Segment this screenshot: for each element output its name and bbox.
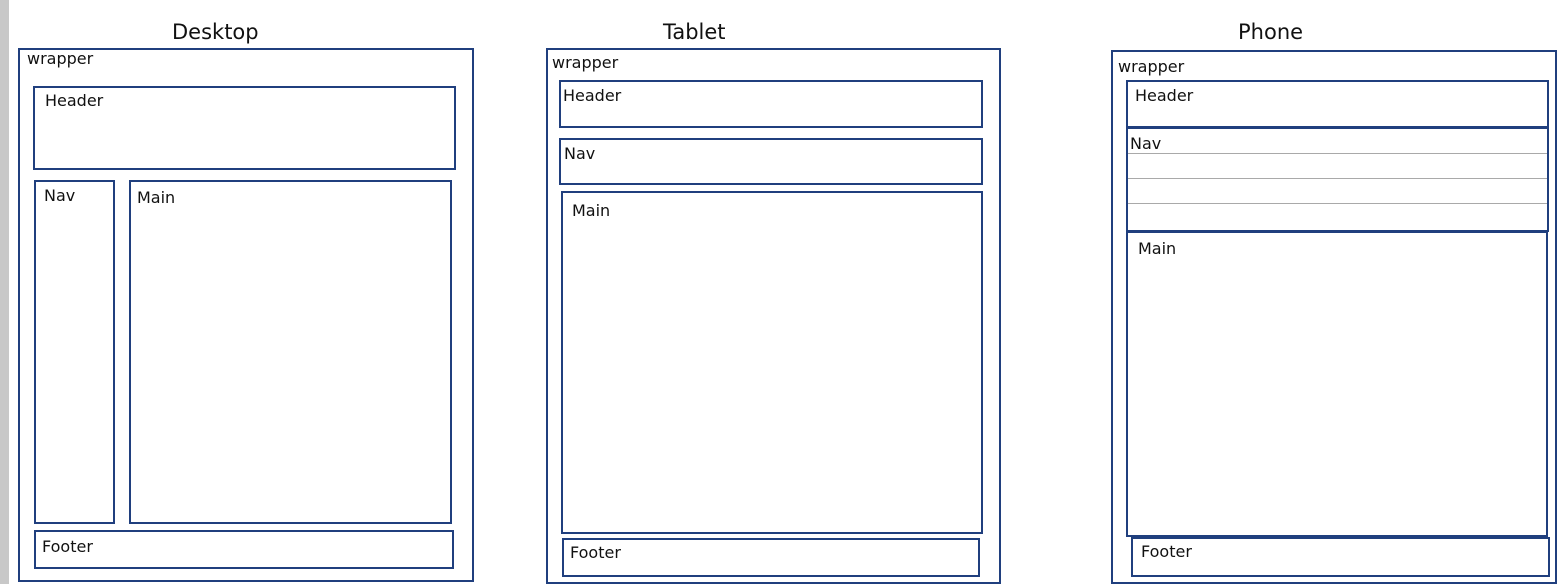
desktop-title: Desktop: [172, 20, 259, 44]
phone-nav-divider: [1128, 178, 1547, 179]
phone-header-label: Header: [1135, 86, 1194, 105]
desktop-main-box: [129, 180, 452, 524]
desktop-wrapper-label: wrapper: [27, 49, 94, 68]
tablet-nav-label: Nav: [564, 144, 596, 163]
phone-footer-box: [1131, 537, 1550, 577]
tablet-main-label: Main: [572, 201, 611, 220]
phone-footer-label: Footer: [1141, 542, 1192, 561]
desktop-header-label: Header: [45, 91, 104, 110]
tablet-header-box: [559, 80, 983, 128]
tablet-header-label: Header: [563, 86, 622, 105]
desktop-nav-box: [34, 180, 115, 524]
phone-wrapper-label: wrapper: [1118, 57, 1185, 76]
phone-nav-label: Nav: [1130, 134, 1162, 153]
tablet-footer-label: Footer: [570, 543, 621, 562]
tablet-wrapper-label: wrapper: [552, 53, 619, 72]
phone-nav-divider: [1128, 153, 1547, 154]
desktop-footer-box: [34, 530, 454, 569]
phone-nav-divider: [1128, 203, 1547, 204]
phone-main-box: [1126, 231, 1548, 537]
desktop-main-label: Main: [137, 188, 176, 207]
phone-title: Phone: [1238, 20, 1304, 44]
phone-nav-box: [1126, 127, 1549, 232]
tablet-nav-box: [559, 138, 983, 185]
tablet-title: Tablet: [663, 20, 726, 44]
tablet-main-box: [561, 191, 983, 534]
tablet-footer-box: [562, 538, 980, 577]
phone-main-label: Main: [1138, 239, 1177, 258]
desktop-footer-label: Footer: [42, 537, 93, 556]
desktop-nav-label: Nav: [44, 186, 76, 205]
